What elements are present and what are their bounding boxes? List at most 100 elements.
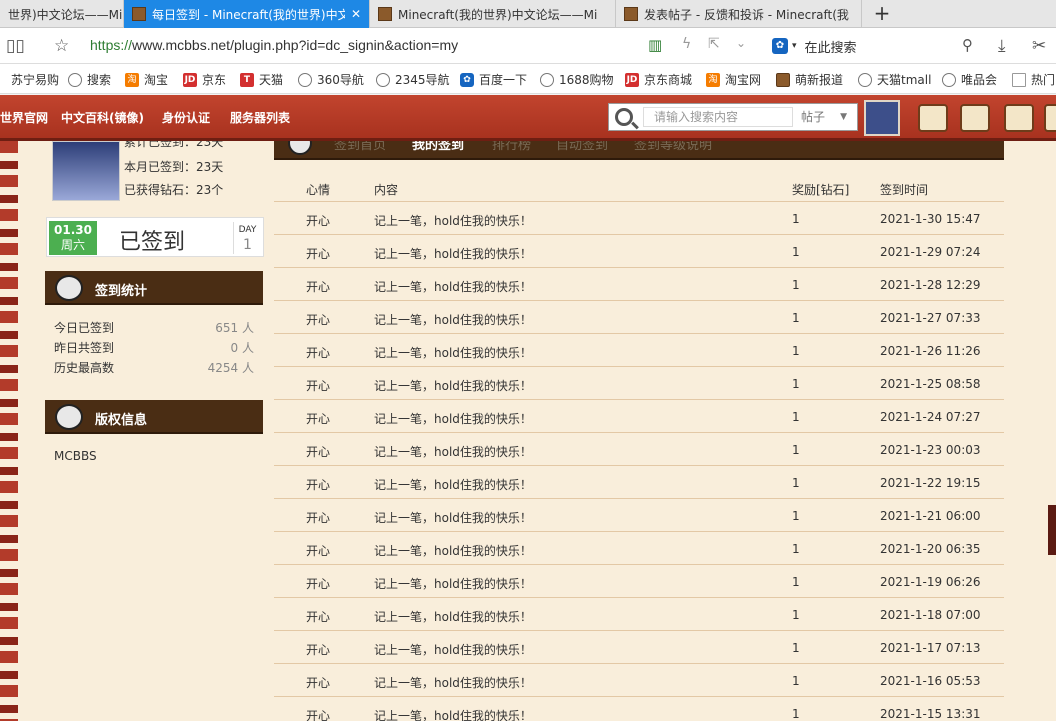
nav-wiki[interactable]: 中文百科(镜像) [61, 109, 144, 126]
bookmark-item[interactable]: 萌新报道 [776, 71, 843, 88]
bookmark-item[interactable]: 热门 [1012, 71, 1055, 88]
url-field[interactable]: https://www.mcbbs.net/plugin.php?id=dc_s… [90, 37, 458, 53]
avatar[interactable] [864, 100, 900, 136]
bookmark-item[interactable]: 淘淘宝 [125, 71, 168, 88]
bookmark-item[interactable]: 天猫tmall [858, 71, 931, 88]
bookmark-item[interactable]: 唯品会 [942, 71, 997, 88]
reward-cell: 1 [792, 575, 800, 589]
row-divider [274, 399, 1004, 400]
bookmarks-bar: 苏宁易购 搜索 淘淘宝 JD 京东 T 天猫 360导航 2345导航 ✿ 百度一下 … [0, 64, 1056, 94]
time-cell: 2021-1-23 00:03 [880, 443, 981, 457]
nav-server-list[interactable]: 服务器列表 [230, 109, 290, 126]
bookmark-item[interactable]: 苏宁易购 [0, 71, 59, 88]
scissors-icon[interactable]: ✂ [1032, 36, 1046, 56]
bookmark-label: 苏宁易购 [11, 73, 60, 87]
content-cell: 记上一笔，hold住我的快乐！ [374, 313, 532, 327]
taobao-icon: 淘 [125, 72, 139, 87]
stat-value: 0 人 [230, 341, 254, 355]
column-header-mood: 心情 [306, 183, 331, 197]
reward-cell: 1 [792, 278, 800, 292]
stat-label: 历史最高数 [54, 361, 115, 375]
time-cell: 2021-1-17 07:13 [880, 641, 981, 655]
chevron-down-icon: ▼ [840, 112, 847, 122]
stats-panel-title: 签到统计 [95, 284, 148, 299]
bookmark-item[interactable]: 360导航 [298, 71, 364, 88]
stat-value: 651 人 [215, 321, 254, 335]
bookmark-item[interactable]: 1688购物 [540, 71, 614, 88]
content-cell: 记上一笔，hold住我的快乐！ [374, 511, 532, 525]
reader-icon[interactable]: ▯▯ [6, 36, 25, 56]
content-cell: 记上一笔，hold住我的快乐！ [374, 280, 532, 294]
bookmark-item[interactable]: JD 京东 [183, 71, 226, 88]
row-divider [274, 630, 1004, 631]
browser-tab-2[interactable]: 每日签到 - Minecraft(我的世界)中文 ✕ [124, 0, 370, 28]
bookmark-item[interactable]: JD 京东商城 [625, 71, 692, 88]
signin-date: 01.30 [54, 223, 92, 237]
cookie-icon[interactable] [1044, 104, 1056, 132]
row-divider [274, 531, 1004, 532]
chevron-down-icon[interactable]: ▾ [792, 41, 797, 51]
new-tab-button[interactable]: + [870, 2, 894, 24]
mood-cell: 开心 [306, 709, 331, 721]
browser-tab-3[interactable]: Minecraft(我的世界)中文论坛——Mi [370, 0, 616, 28]
bookmark-label: 京东商城 [644, 73, 693, 87]
close-icon[interactable]: ✕ [351, 7, 361, 21]
signin-day-label: DAY [238, 225, 257, 235]
mood-cell: 开心 [306, 313, 331, 327]
mood-cell: 开心 [306, 511, 331, 525]
bookmark-label: 唯品会 [961, 73, 998, 87]
download-icon[interactable]: ⤓ [998, 36, 1006, 56]
row-divider [274, 663, 1004, 664]
cake-icon[interactable] [918, 104, 948, 132]
reward-cell: 1 [792, 443, 800, 457]
share-icon[interactable]: ⇱ [708, 36, 720, 52]
row-divider [274, 432, 1004, 433]
star-icon[interactable]: ☆ [54, 36, 69, 56]
book-icon[interactable]: ▥ [648, 36, 662, 54]
mood-cell: 开心 [306, 676, 331, 690]
browser-tab-1[interactable]: 世界)中文论坛——Mi [0, 0, 124, 28]
browser-search-input[interactable]: ✿ ▾ 在此搜索 [772, 34, 986, 58]
avatar[interactable] [52, 141, 120, 201]
chevron-down-icon[interactable]: ⌄ [736, 36, 746, 50]
search-type-select[interactable]: 帖子 ▼ [799, 107, 855, 127]
row-divider [274, 597, 1004, 598]
signin-weekday: 周六 [60, 238, 85, 252]
bookmark-label: 淘宝 [144, 73, 169, 87]
search-icon[interactable]: ⚲ [962, 36, 973, 54]
content-cell: 记上一笔，hold住我的快乐！ [374, 412, 532, 426]
nav-auth[interactable]: 身份认证 [162, 109, 210, 126]
time-cell: 2021-1-25 08:58 [880, 377, 981, 391]
lightning-icon[interactable]: ϟ [682, 36, 691, 52]
content-cell: 记上一笔，hold住我的快乐！ [374, 544, 532, 558]
site-search-input[interactable]: 请输入搜索内容 [643, 107, 793, 127]
signin-status-card: 01.30 周六 已签到 DAY 1 [46, 217, 264, 257]
potion-icon[interactable] [1004, 104, 1034, 132]
bookmark-label: 天猫tmall [877, 73, 932, 87]
globe-icon [68, 72, 82, 87]
browser-tab-4[interactable]: 发表帖子 - 反馈和投诉 - Minecraft(我 [616, 0, 862, 28]
bookmark-item[interactable]: 淘淘宝网 [706, 71, 761, 88]
content-cell: 记上一笔，hold住我的快乐！ [374, 709, 532, 721]
content-cell: 记上一笔，hold住我的快乐！ [374, 346, 532, 360]
bookmark-item[interactable]: 2345导航 [376, 71, 450, 88]
reward-cell: 1 [792, 377, 800, 391]
browser-search-placeholder: 在此搜索 [804, 40, 857, 56]
globe-icon [942, 72, 956, 87]
bookmark-item[interactable]: 搜索 [68, 71, 111, 88]
row-divider [274, 696, 1004, 697]
reward-cell: 1 [792, 608, 800, 622]
time-cell: 2021-1-30 15:47 [880, 212, 981, 226]
bookmark-label: 京东 [202, 73, 227, 87]
crafting-icon[interactable] [960, 104, 990, 132]
search-icon[interactable] [615, 108, 633, 126]
mood-cell: 开心 [306, 214, 331, 228]
row-divider [274, 300, 1004, 301]
nav-official-site[interactable]: 世界官网 [0, 109, 48, 126]
stat-month-days: 本月已签到：23天 [124, 160, 224, 174]
time-cell: 2021-1-26 11:26 [880, 344, 981, 358]
site-search: 请输入搜索内容 帖子 ▼ [608, 103, 858, 131]
bookmark-item[interactable]: ✿ 百度一下 [460, 71, 527, 88]
time-cell: 2021-1-24 07:27 [880, 410, 981, 424]
bookmark-item[interactable]: T 天猫 [240, 71, 283, 88]
